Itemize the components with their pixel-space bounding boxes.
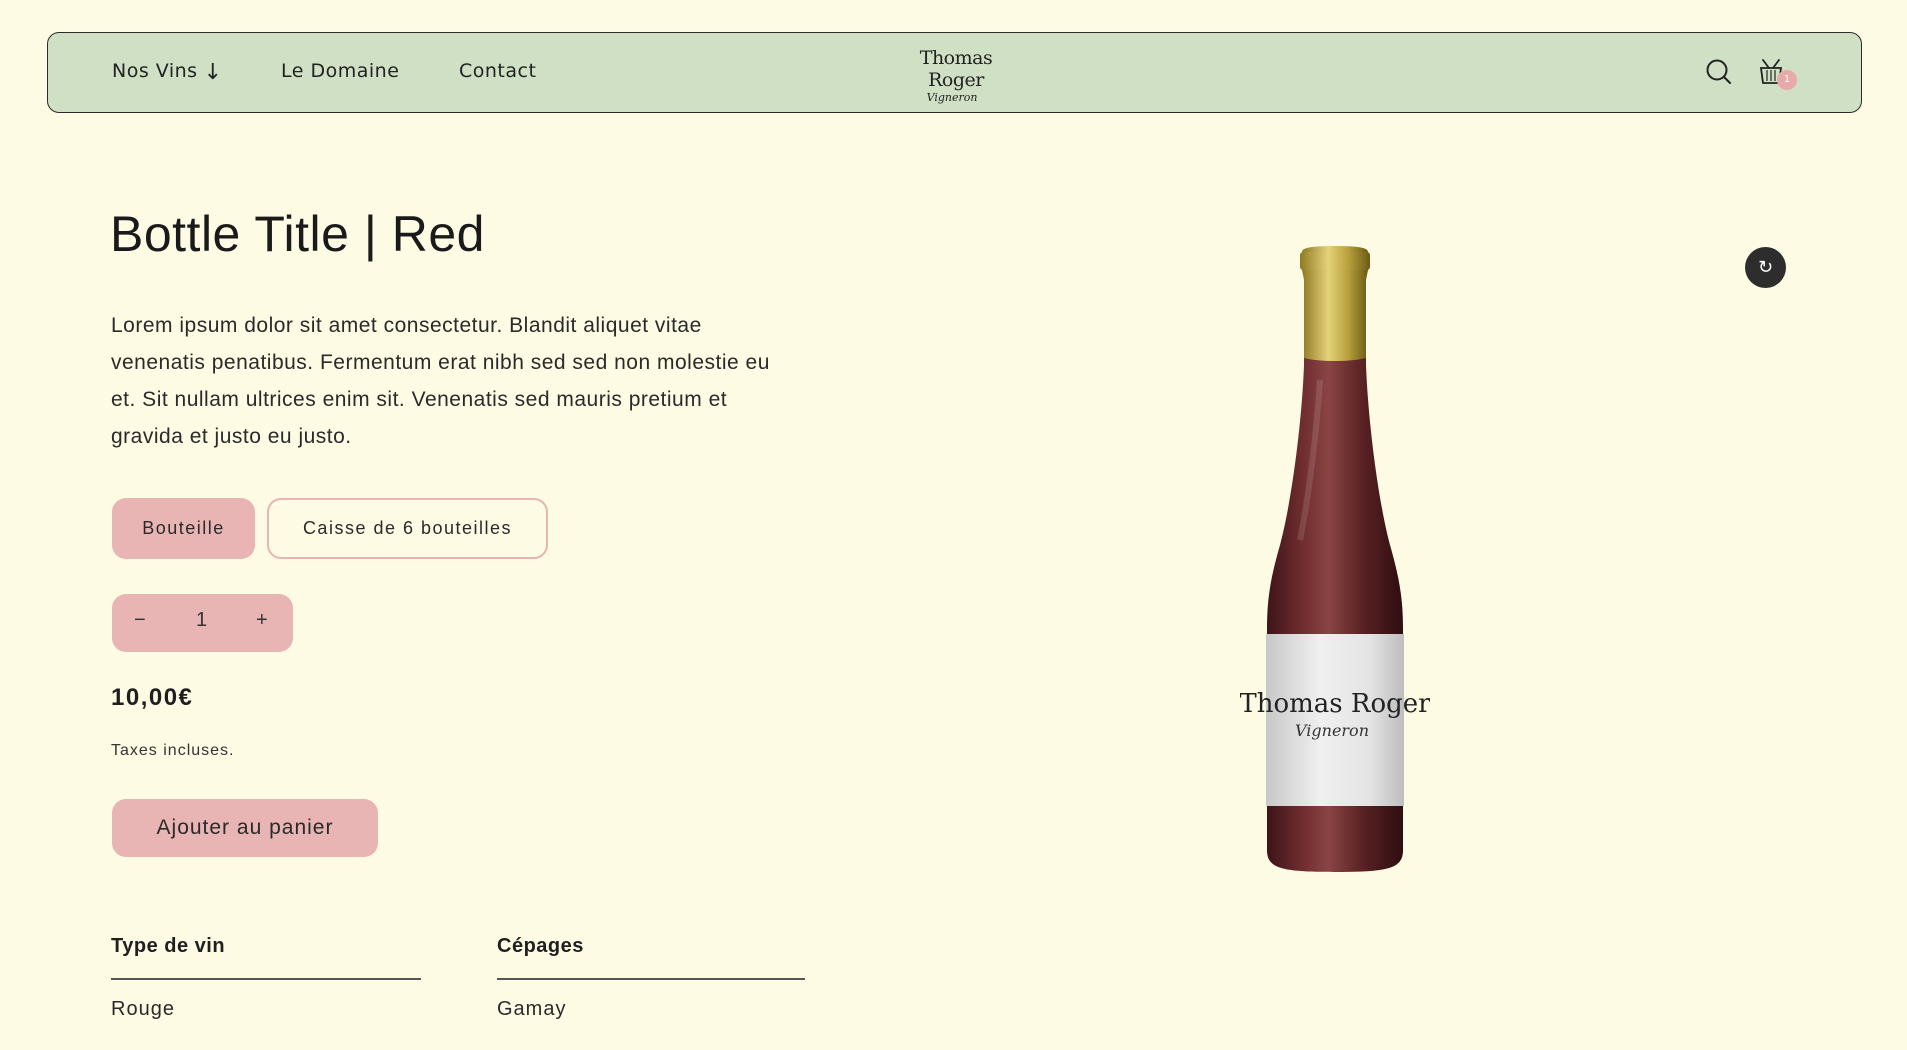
divider — [111, 978, 421, 980]
logo-name: Thomas Roger — [919, 47, 993, 91]
spec-value-type: Rouge — [111, 998, 175, 1020]
nav-item-contact[interactable]: Contact — [459, 60, 536, 82]
spec-label-cepages: Cépages — [497, 935, 584, 957]
tax-note: Taxes incluses. — [111, 742, 235, 759]
increase-quantity-button[interactable]: + — [256, 609, 268, 632]
logo-subtitle: Vigneron — [926, 91, 978, 104]
quantity-value[interactable]: 1 — [196, 609, 207, 632]
brand-logo[interactable]: Thomas Roger Vigneron — [896, 47, 1016, 104]
site-header: Nos Vins ↓ Le Domaine Contact Thomas Roge… — [47, 32, 1862, 113]
nav-label: Nos Vins — [112, 60, 198, 82]
variant-caisse-button[interactable]: Caisse de 6 bouteilles — [267, 498, 548, 559]
cart-count-badge: 1 — [1777, 70, 1797, 90]
spec-value-cepages: Gamay — [497, 998, 567, 1020]
product-price: 10,00€ — [111, 684, 194, 711]
spec-label-type: Type de vin — [111, 935, 226, 957]
nav-item-le-domaine[interactable]: Le Domaine — [281, 60, 399, 82]
product-title: Bottle Title | Red — [110, 206, 485, 262]
arrow-down-icon: ↓ — [203, 60, 223, 85]
search-icon[interactable] — [1702, 55, 1736, 89]
product-description: Lorem ipsum dolor sit amet consectetur. … — [111, 314, 770, 448]
divider — [497, 978, 805, 980]
nav-item-nos-vins[interactable]: Nos Vins ↓ — [112, 60, 223, 85]
bottle-label-subtitle: Vigneron — [1295, 721, 1369, 740]
decrease-quantity-button[interactable]: − — [134, 609, 146, 632]
variant-bouteille-button[interactable]: Bouteille — [112, 498, 255, 559]
rotate-view-icon[interactable]: ↻ — [1745, 247, 1786, 288]
product-image[interactable]: Thomas Roger Vigneron — [1239, 240, 1431, 880]
quantity-stepper: − 1 + — [112, 594, 293, 652]
bottle-label-name: Thomas Roger — [1240, 689, 1430, 719]
add-to-cart-button[interactable]: Ajouter au panier — [112, 799, 378, 857]
